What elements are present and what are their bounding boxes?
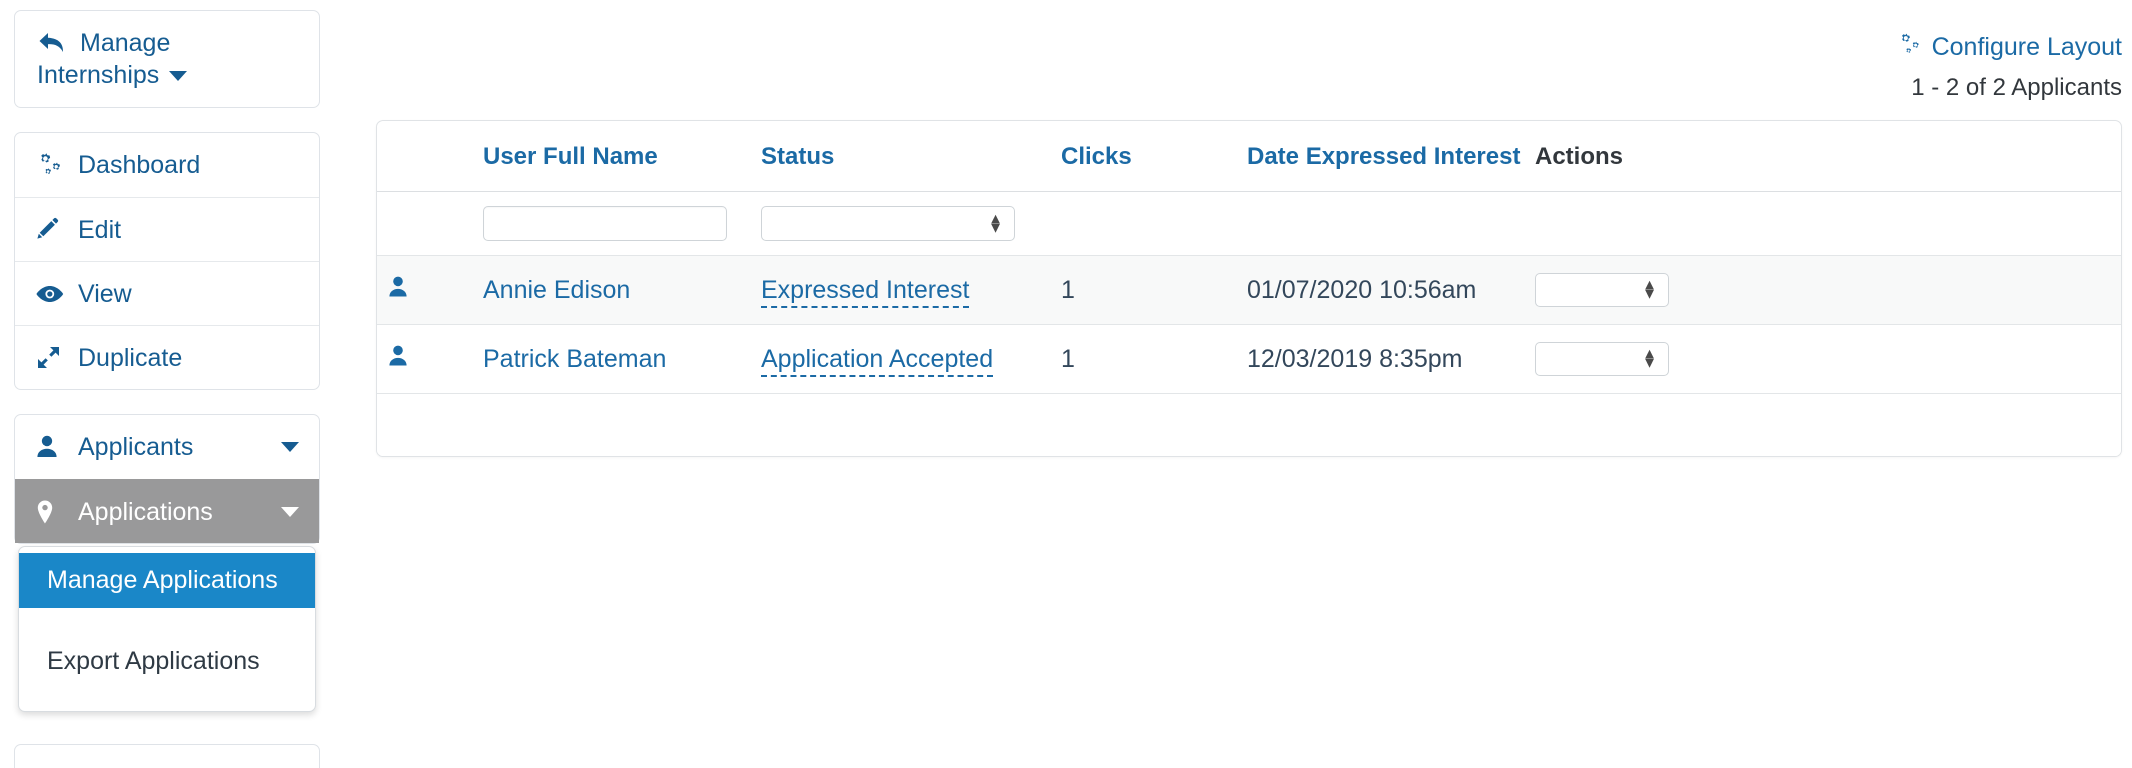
row-status-cell: Application Accepted [751,324,1051,394]
sidebar-item-dashboard[interactable]: Dashboard [15,133,319,197]
table-body: ▲ ▼ Annie Edison Expressed Interest 1 01… [377,191,2121,456]
dropdown-item-export-applications-label: Export Applications [47,647,260,675]
filter-cell-actions [1525,191,2121,256]
sidebar-item-manage-internships[interactable]: Manage Internships [15,11,319,107]
row-name-cell: Patrick Bateman [473,324,751,394]
column-header-user-full-name[interactable]: User Full Name [473,121,751,192]
applicant-name-link[interactable]: Patrick Bateman [483,345,666,373]
row-actions-wrap: ▲ ▼ [1535,342,1669,376]
filter-cell-name [473,191,751,256]
sidebar-item-applications[interactable]: Applications [15,479,319,543]
table-spacer-cell [377,393,2121,456]
sidebar-item-duplicate-label: Duplicate [78,343,183,372]
row-clicks-cell: 1 [1051,324,1237,394]
applicant-status-link[interactable]: Expressed Interest [761,275,970,308]
applications-dropdown-menu: Manage Applications Export Applications [18,546,316,712]
gears-icon [35,151,69,179]
status-filter-select[interactable] [761,206,1015,241]
row-avatar-cell [377,324,473,394]
filter-cell-clicks [1051,191,1237,256]
sidebar-item-applicants[interactable]: Applicants [15,415,319,479]
row-actions-wrap: ▲ ▼ [1535,273,1669,307]
sidebar-item-view-label: View [78,279,132,308]
row-date-cell: 01/07/2020 10:56am [1237,255,1525,325]
sidebar-item-applicants-label: Applicants [78,433,194,461]
sidebar-item-duplicate[interactable]: Duplicate [15,325,319,389]
dropdown-divider [19,608,315,634]
table-head: User Full Name Status Clicks Date Expres… [377,121,2121,192]
configure-layout-button[interactable]: Configure Layout [1898,32,2122,63]
column-header-clicks[interactable]: Clicks [1051,121,1237,192]
row-avatar-cell [377,255,473,325]
table-spacer-row [377,393,2121,456]
chevron-down-icon [281,442,299,452]
row-clicks-cell: 1 [1051,255,1237,325]
sidebar: Manage Internships Dashboard Edit View D… [14,10,320,712]
row-actions-select[interactable] [1535,342,1669,376]
name-filter-input[interactable] [483,206,727,241]
sidebar-next-panel-stub [14,744,320,768]
sidebar-item-dashboard-label: Dashboard [78,151,201,179]
column-header-date-expressed-interest[interactable]: Date Expressed Interest [1237,121,1525,192]
status-filter-wrap: ▲ ▼ [761,206,1015,241]
sidebar-item-edit[interactable]: Edit [15,197,319,261]
user-icon [35,434,69,460]
sidebar-item-edit-label: Edit [78,215,122,244]
filter-cell-icon [377,191,473,256]
applicants-table: User Full Name Status Clicks Date Expres… [377,121,2121,456]
row-actions-cell: ▲ ▼ [1525,255,2121,325]
main-content: Configure Layout 1 - 2 of 2 Applicants U… [376,0,2122,457]
pencil-icon [35,217,69,243]
table-header-row: User Full Name Status Clicks Date Expres… [377,121,2121,192]
row-status-cell: Expressed Interest [751,255,1051,325]
table-row[interactable]: Annie Edison Expressed Interest 1 01/07/… [377,255,2121,325]
applications-group-panel: Applicants Applications Manage Applicati… [14,414,320,712]
dropdown-item-manage-applications-label: Manage Applications [47,566,278,594]
filter-cell-status: ▲ ▼ [751,191,1051,256]
dropdown-item-manage-applications[interactable]: Manage Applications [19,553,315,608]
eye-icon [35,283,69,305]
reply-arrow-icon [37,30,71,56]
applicants-table-card: User Full Name Status Clicks Date Expres… [376,120,2122,457]
table-row[interactable]: Patrick Bateman Application Accepted 1 1… [377,324,2121,394]
applicant-name-link[interactable]: Annie Edison [483,276,630,304]
column-header-actions: Actions [1525,121,2121,192]
row-actions-select[interactable] [1535,273,1669,307]
table-filter-row: ▲ ▼ [377,191,2121,256]
row-name-cell: Annie Edison [473,255,751,325]
dropdown-item-export-applications[interactable]: Export Applications [19,634,315,689]
map-pin-icon [35,499,69,525]
expand-icon [35,345,69,371]
chevron-down-icon [281,506,299,517]
column-header-status[interactable]: Status [751,121,1051,192]
sidebar-item-applications-label: Applications [78,497,213,526]
row-date-cell: 12/03/2019 8:35pm [1237,324,1525,394]
main-header: Configure Layout 1 - 2 of 2 Applicants [376,0,2122,102]
configure-layout-label: Configure Layout [1931,33,2122,61]
manage-internships-line2: Internships [37,61,160,89]
user-avatar-icon [387,276,409,305]
gears-icon [1898,32,1924,63]
user-avatar-icon [387,345,409,374]
manage-internships-panel: Manage Internships [14,10,320,108]
pagination-count: 1 - 2 of 2 Applicants [1911,74,2122,101]
sidebar-item-view[interactable]: View [15,261,319,325]
primary-nav-panel: Dashboard Edit View Duplicate [14,132,320,390]
chevron-down-icon [169,71,188,82]
row-actions-cell: ▲ ▼ [1525,324,2121,394]
manage-internships-line1: Manage [80,29,171,57]
column-header-icon [377,121,473,192]
filter-cell-date [1237,191,1525,256]
applicant-status-link[interactable]: Application Accepted [761,344,994,377]
